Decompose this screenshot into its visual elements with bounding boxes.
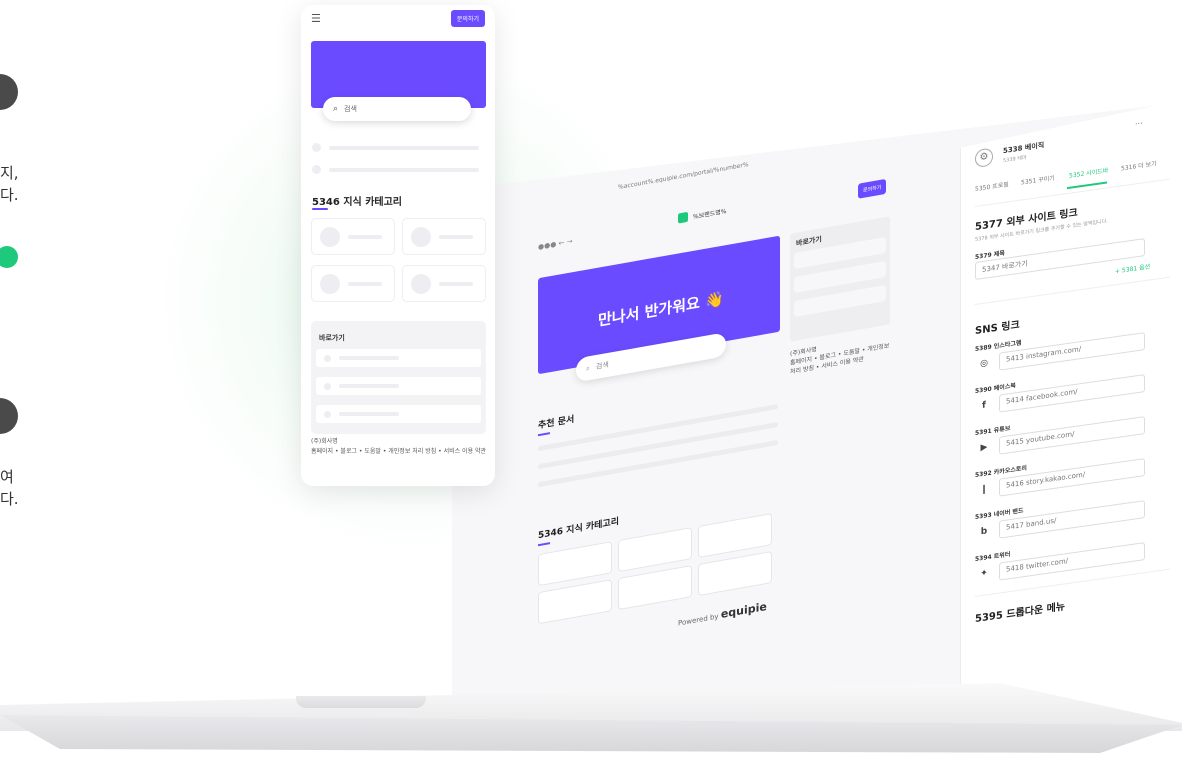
list-item[interactable]	[312, 165, 479, 174]
menu-icon[interactable]: ☰	[311, 12, 321, 25]
powered-by-label: Powered by	[678, 612, 719, 628]
contact-button[interactable]: 문의하기	[450, 9, 485, 27]
side-text-line: 여	[0, 468, 14, 486]
category-card[interactable]	[402, 265, 486, 302]
web-portal-page: %account%.equipie.com/portal/%number% ●●…	[528, 134, 900, 690]
shortcuts-panel: 바로가기	[311, 321, 486, 434]
step-dot	[0, 74, 18, 110]
category-card[interactable]	[698, 512, 772, 559]
dropdown-menu-title: 5395 드롭다운 메뉴	[975, 601, 1065, 625]
youtube-icon: ▶	[980, 442, 988, 454]
browser-controls[interactable]: ●●● ← →	[538, 237, 573, 251]
contact-button[interactable]: 문의하기	[858, 178, 887, 199]
youtube-input[interactable]: 5415 youtube.com/	[999, 416, 1145, 455]
side-text: 여 다.	[0, 466, 19, 510]
footer-links[interactable]: 홈페이지 • 블로그 • 도움말 • 개인정보 처리 방침 • 서비스 이용 약…	[311, 447, 489, 457]
category-card[interactable]	[538, 541, 612, 587]
category-card[interactable]	[402, 218, 486, 255]
band-icon: b	[980, 526, 988, 538]
section-underline	[312, 208, 328, 210]
step-dot-active	[0, 246, 18, 268]
category-title: 5346 지식 카테고리	[312, 197, 402, 208]
page-logo-icon: ⚙	[975, 147, 993, 168]
facebook-input[interactable]: 5414 facebook.com/	[999, 374, 1145, 413]
category-card[interactable]	[311, 218, 395, 255]
search-placeholder: 검색	[344, 105, 357, 113]
divider	[975, 276, 1170, 305]
section-underline	[538, 542, 550, 547]
facebook-icon: f	[982, 400, 986, 412]
side-text-line: 다.	[0, 490, 19, 508]
mobile-header: ☰ 문의하기	[301, 5, 495, 31]
search-icon: ⌕	[333, 104, 339, 114]
twitter-icon: ✦	[980, 568, 988, 580]
shortcut-link[interactable]	[316, 377, 481, 395]
search-input[interactable]: ⌕ 검색	[323, 97, 471, 121]
brand-name: %브랜드명%	[693, 207, 727, 221]
shortcut-link[interactable]	[316, 349, 481, 367]
step-dot	[0, 398, 18, 434]
search-icon: ⌕	[586, 363, 590, 373]
more-options-button[interactable]: ...	[1135, 116, 1143, 126]
sns-title: SNS 링크	[975, 319, 1020, 337]
powered-brand: equipie	[720, 599, 767, 622]
brand: %브랜드명%	[678, 205, 726, 224]
tab-more[interactable]: 5316 더 보기	[1121, 158, 1157, 172]
instagram-icon: ◎	[980, 358, 988, 370]
shortcuts-title: 바로가기	[319, 334, 345, 342]
side-text-line: 지,	[0, 164, 19, 182]
add-option-button[interactable]: + 5381 옵션	[1115, 261, 1150, 275]
tab-profile[interactable]: 5350 프로필	[975, 179, 1009, 193]
kakaostory-icon: ❙	[980, 484, 988, 496]
company-name: (주)회사명	[311, 438, 338, 445]
laptop-notch	[296, 696, 426, 708]
side-text: 지, 다.	[0, 162, 19, 206]
powered-by: Powered by equipie	[678, 600, 767, 629]
category-card[interactable]	[698, 550, 772, 597]
mobile-mockup: ☰ 문의하기 ⌕ 검색 5346 지식 카테고리 바로가기 (주)회사명 홈페이…	[301, 5, 495, 486]
search-placeholder: 검색	[595, 360, 609, 372]
category-card[interactable]	[538, 579, 612, 625]
category-card[interactable]	[618, 565, 692, 611]
category-card[interactable]	[618, 527, 692, 573]
category-card[interactable]	[311, 265, 395, 302]
category-title: 5346 지식 카테고리	[538, 516, 619, 542]
list-item[interactable]	[312, 143, 479, 152]
shortcut-link[interactable]	[316, 405, 481, 423]
tab-sidebar[interactable]: 5352 사이드바	[1069, 165, 1108, 180]
tab-decorate[interactable]: 5351 꾸미기	[1021, 173, 1055, 187]
side-text-line: 다.	[0, 186, 19, 204]
brand-logo-icon	[678, 211, 688, 224]
section-underline	[538, 432, 550, 437]
recommended-title: 추천 문서	[538, 414, 575, 432]
settings-panel-content: ⚙ 5338 베이직 5339 테마 ... 5350 프로필 5351 꾸미기…	[975, 113, 1170, 680]
mobile-footer: (주)회사명 홈페이지 • 블로그 • 도움말 • 개인정보 처리 방침 • 서…	[311, 437, 489, 457]
